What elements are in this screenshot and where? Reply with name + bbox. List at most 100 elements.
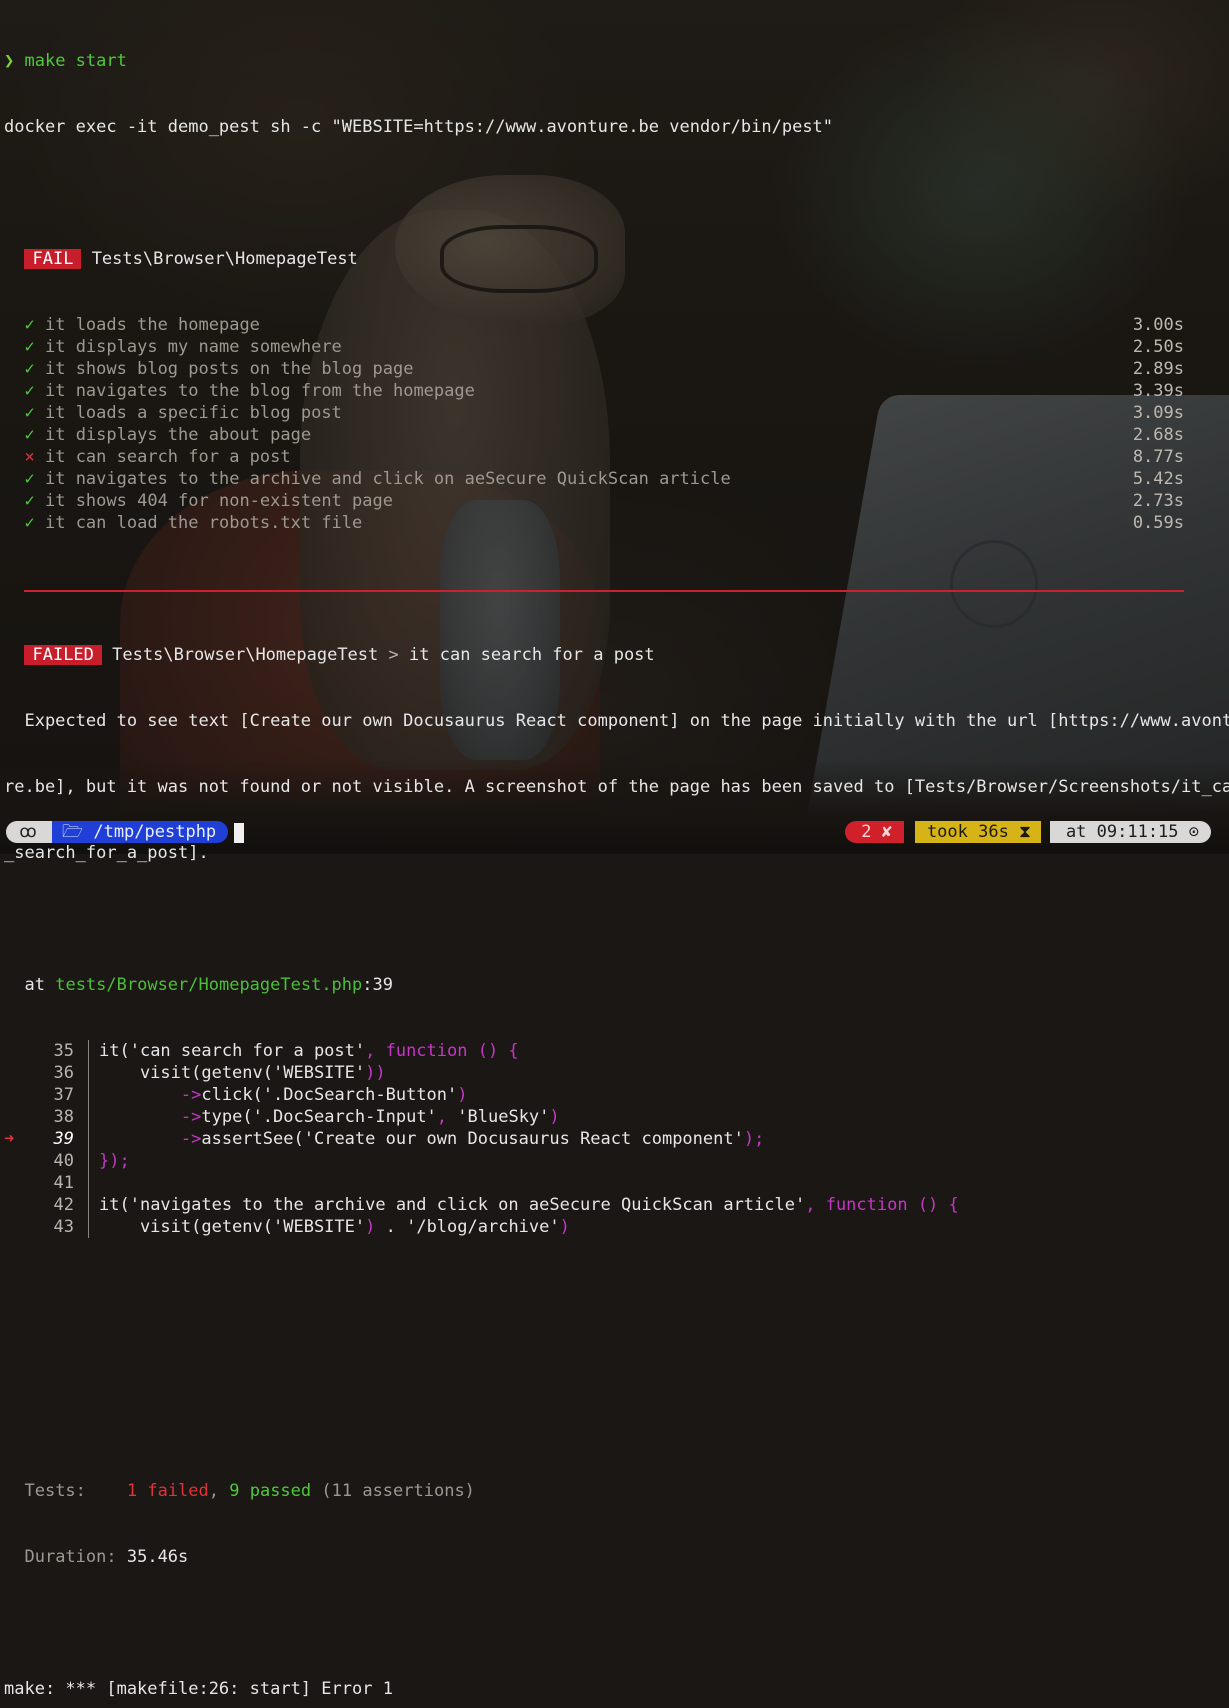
code-string: '.DocSearch-Button' [262, 1085, 458, 1105]
test-duration: 3.09s [1132, 403, 1184, 423]
code-snippet: 35 it('can search for a post', function (… [4, 1040, 1229, 1238]
line-number: 42 [53, 1195, 74, 1215]
code-text: it( [99, 1041, 130, 1061]
test-label: it shows 404 for non-existent page [44, 491, 393, 511]
test-duration: 0.59s [1132, 513, 1184, 533]
at-label: at [24, 975, 45, 995]
code-keyword: , function () { [805, 1195, 959, 1215]
fail-badge: FAIL [24, 249, 82, 269]
line-number: 40 [53, 1151, 74, 1171]
failed-badge: FAILED [24, 645, 102, 665]
code-line: 37 ->click('.DocSearch-Button') [4, 1084, 1229, 1106]
code-line: 36 visit(getenv('WEBSITE')) [4, 1062, 1229, 1084]
pass-check-icon: ✓ [24, 425, 35, 445]
directory-segment[interactable]: 🗁 /tmp/pestphp [52, 821, 229, 843]
pass-check-icon: ✓ [24, 491, 35, 511]
test-row: ✓ it loads a specific blog post 3.09s [4, 402, 1229, 424]
code-keyword: , function () { [365, 1041, 519, 1061]
test-label: it shows blog posts on the blog page [44, 359, 414, 379]
input-cursor[interactable] [234, 822, 244, 844]
code-string: 'can search for a post' [129, 1041, 366, 1061]
took-segment: took 36s ⧗ [914, 821, 1041, 843]
code-line: 35 it('can search for a post', function (… [4, 1040, 1229, 1062]
passed-count: 9 passed [229, 1481, 312, 1501]
pass-check-icon: ✓ [24, 469, 35, 489]
code-text: visit(getenv( [99, 1217, 273, 1237]
current-line-arrow-icon: ➜ [4, 1129, 15, 1149]
test-list: ✓ it loads the homepage 3.00s ✓ it displa… [4, 314, 1229, 534]
code-text: it( [99, 1195, 130, 1215]
code-text: assertSee( [201, 1129, 304, 1149]
summary-duration: Duration: 35.46s [4, 1546, 1229, 1568]
test-duration: 2.73s [1132, 491, 1184, 511]
test-row: ✓ it shows 404 for non-existent page 2.73… [4, 490, 1229, 512]
suite-name: Tests\Browser\HomepageTest [91, 249, 358, 269]
failure-message-line: Expected to see text [Create our own Doc… [4, 711, 1229, 731]
test-duration: 3.00s [1132, 315, 1184, 335]
failure-test: it can search for a post [409, 645, 655, 665]
test-row: ✓ it can load the robots.txt file 0.59s [4, 512, 1229, 534]
failure-suite: Tests\Browser\HomepageTest [112, 645, 379, 665]
prompt-statusbar: ꝏ 🗁 /tmp/pestphp 2 ✘ took 36s ⧗ at 09:11… [0, 820, 1229, 844]
command-line: ❯ make start [4, 50, 1229, 72]
code-string: '.DocSearch-Input' [252, 1107, 437, 1127]
code-text: type( [201, 1107, 253, 1127]
test-row: × it can search for a post 8.77s [4, 446, 1229, 468]
line-number: 38 [53, 1107, 74, 1127]
failure-message-line: _search_for_a_post]. [4, 843, 209, 863]
test-row: ✓ it navigates to the blog from the home… [4, 380, 1229, 402]
test-duration: 2.89s [1132, 359, 1184, 379]
test-label: it can load the robots.txt file [44, 513, 363, 533]
pass-check-icon: ✓ [24, 403, 35, 423]
failure-location: at tests/Browser/HomepageTest.php:39 [4, 974, 1229, 996]
pass-check-icon: ✓ [24, 381, 35, 401]
summary-tests: Tests: 1 failed, 9 passed (11 assertions… [4, 1480, 1229, 1502]
prompt-arrow-icon: ❯ [4, 51, 15, 71]
code-string: '/blog/archive' [406, 1217, 560, 1237]
code-keyword: , [436, 1107, 458, 1127]
tests-label: Tests: [24, 1481, 86, 1501]
code-string: 'WEBSITE' [273, 1217, 366, 1237]
test-label: it loads a specific blog post [44, 403, 342, 423]
failure-line: :39 [362, 975, 393, 995]
assertion-count: (11 assertions) [321, 1481, 475, 1501]
test-row: ✓ it navigates to the archive and click … [4, 468, 1229, 490]
duration-label: Duration: [24, 1547, 117, 1567]
pass-check-icon: ✓ [24, 315, 35, 335]
clock-segment: at 09:11:15 ⊙ [1049, 821, 1211, 843]
folder-icon: 🗁 [62, 822, 84, 842]
line-number: 43 [53, 1217, 74, 1237]
code-keyword: ) [549, 1107, 560, 1127]
line-number: 37 [53, 1085, 74, 1105]
test-row: ✓ it shows blog posts on the blog page 2.… [4, 358, 1229, 380]
code-text: visit(getenv( [99, 1063, 273, 1083]
line-number: 36 [53, 1063, 74, 1083]
test-label: it can search for a post [44, 447, 291, 467]
failure-header: FAILED Tests\Browser\HomepageTest > it c… [4, 644, 1229, 666]
pass-check-icon: ✓ [24, 359, 35, 379]
code-line: 40}); [4, 1150, 1229, 1172]
test-row: ✓ it loads the homepage 3.00s [4, 314, 1229, 336]
test-label: it navigates to the blog from the homepa… [44, 381, 475, 401]
os-icon: ꝏ [19, 822, 37, 842]
line-number: 39 [53, 1129, 74, 1149]
code-string: 'BlueSky' [457, 1107, 550, 1127]
command-input: make start [24, 51, 127, 71]
code-text: . [375, 1217, 407, 1237]
code-line: 38 ->type('.DocSearch-Input', 'BlueSky') [4, 1106, 1229, 1128]
command-echo: docker exec -it demo_pest sh -c "WEBSITE… [4, 117, 834, 137]
test-duration: 3.39s [1132, 381, 1184, 401]
test-row: ✓ it displays the about page 2.68s [4, 424, 1229, 446]
code-keyword: ) [365, 1217, 376, 1237]
make-error: make: *** [makefile:26: start] Error 1 [4, 1679, 393, 1699]
failure-file-link[interactable]: tests/Browser/HomepageTest.php [55, 975, 362, 995]
line-number: 35 [53, 1041, 74, 1061]
failure-message-line: re.be], but it was not found or not visi… [4, 777, 1229, 797]
separator-line [24, 590, 1184, 592]
code-line: 43 visit(getenv('WEBSITE') . '/blog/arch… [4, 1216, 1229, 1238]
test-duration: 8.77s [1132, 447, 1184, 467]
terminal-output[interactable]: ❯ make start docker exec -it demo_pest s… [4, 6, 1229, 1708]
duration-value: 35.46s [126, 1547, 189, 1567]
